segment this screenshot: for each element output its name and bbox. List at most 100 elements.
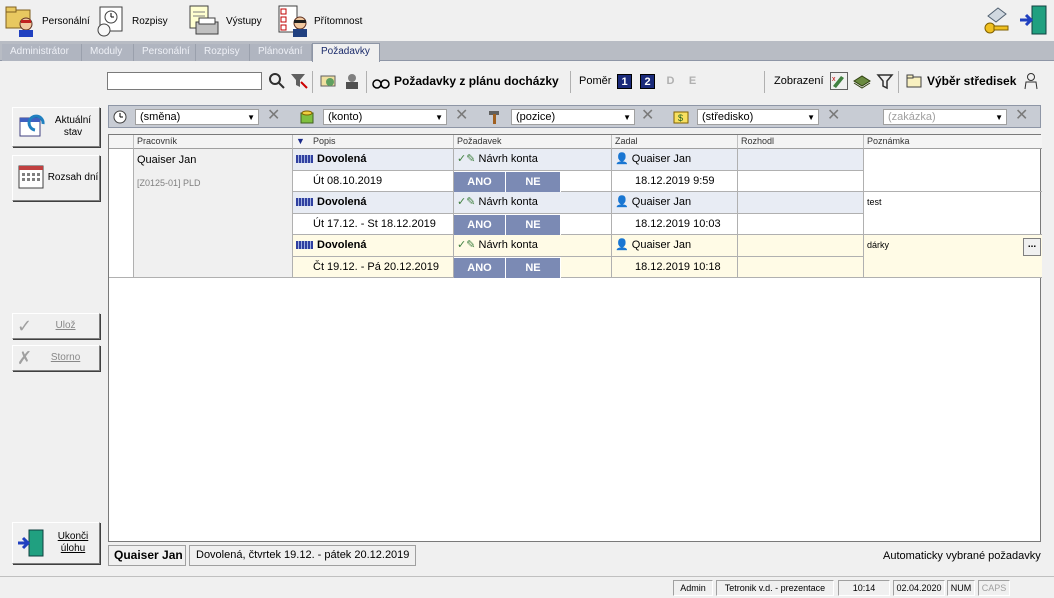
tab-planovani[interactable]: Plánování xyxy=(250,44,312,61)
status-time: 10:14 xyxy=(838,580,890,596)
request-time: 18.12.2019 10:03 xyxy=(612,214,738,235)
ratio-d-button[interactable]: D xyxy=(663,74,678,89)
zakazka-clear-icon[interactable]: ✕ xyxy=(1015,107,1028,125)
money-icon: $ xyxy=(673,109,689,125)
note-edit-button[interactable]: ... xyxy=(1023,238,1041,256)
exit-door-icon xyxy=(18,529,44,557)
tab-pozadavky[interactable]: Požadavky xyxy=(312,43,380,62)
sort-desc-icon: ▼ xyxy=(296,136,305,146)
ne-button[interactable]: NE xyxy=(506,172,561,192)
module-tabs: Administrátor Moduly Personální Rozpisy … xyxy=(0,41,1054,62)
ukonci-ulohu-label: Ukonči úlohu xyxy=(57,531,89,554)
col-rozhodl[interactable]: Rozhodl xyxy=(738,135,864,149)
vyber-stredisek-label[interactable]: Výběr středisek xyxy=(927,74,1016,88)
filter-bar: (směna) ▼ ✕ (konto) ▼ ✕ (pozice) ▼ ✕ $ (stř… xyxy=(108,105,1041,128)
vystupy-label: Výstupy xyxy=(226,15,262,27)
exit-door-icon[interactable] xyxy=(1018,4,1050,36)
selected-employee: Quaiser Jan xyxy=(108,545,186,566)
person-outline-icon[interactable] xyxy=(1022,72,1040,90)
ano-button[interactable]: ANO xyxy=(454,172,506,192)
svg-text:x: x xyxy=(832,76,836,83)
col-poznamka[interactable]: Poznámka xyxy=(864,135,1042,149)
checkmark-icon: ✓ xyxy=(17,315,33,336)
ratio-1-button[interactable]: 1 xyxy=(617,74,632,89)
folder-person-icon xyxy=(4,4,38,38)
filter-icon[interactable] xyxy=(876,72,894,90)
status-company: Tetronik v.d. - prezentace xyxy=(716,580,834,596)
hatch-icon xyxy=(296,198,313,207)
tab-administrator[interactable]: Administrátor xyxy=(2,44,82,61)
key-icon[interactable] xyxy=(982,6,1012,36)
note-cell[interactable]: test xyxy=(864,192,1042,235)
requested-by: 👤 Quaiser Jan xyxy=(612,235,738,257)
ratio-e-button[interactable]: E xyxy=(685,74,700,89)
ne-button[interactable]: NE xyxy=(506,215,561,235)
request-type: Dovolená xyxy=(293,235,454,257)
book-icon[interactable] xyxy=(853,72,871,90)
cancel-x-icon: ✗ xyxy=(17,347,33,368)
konto-select[interactable]: (konto) ▼ xyxy=(323,109,447,125)
note-cell[interactable] xyxy=(864,149,1042,192)
svg-text:$: $ xyxy=(678,113,683,123)
search-input[interactable] xyxy=(107,72,262,90)
display-edit-icon[interactable]: x xyxy=(830,72,848,90)
hatch-icon xyxy=(296,155,313,164)
pozice-value: (pozice) xyxy=(516,111,556,123)
aktualni-stav-label: Aktuální stav xyxy=(54,115,92,138)
tab-rozpisy[interactable]: Rozpisy xyxy=(196,44,250,61)
ano-button[interactable]: ANO xyxy=(454,258,506,278)
ano-button[interactable]: ANO xyxy=(454,215,506,235)
chevron-down-icon: ▼ xyxy=(247,113,255,122)
person-settings-icon[interactable] xyxy=(343,72,361,90)
ne-button[interactable]: NE xyxy=(506,258,561,278)
pozice-clear-icon[interactable]: ✕ xyxy=(641,107,654,125)
storno-button[interactable]: ✗ Storno xyxy=(12,345,100,371)
konto-clear-icon[interactable]: ✕ xyxy=(455,107,468,125)
coins-icon xyxy=(299,109,315,125)
tab-moduly[interactable]: Moduly xyxy=(82,44,134,61)
col-pracovnik[interactable]: Pracovník xyxy=(134,135,293,149)
decided-by xyxy=(738,235,864,257)
personalni-button[interactable]: Personální xyxy=(4,3,90,39)
note-cell[interactable]: dárky ... xyxy=(864,235,1042,278)
pritomnost-button[interactable]: Přítomnost xyxy=(276,3,362,39)
smena-value: (směna) xyxy=(140,111,181,123)
requested-by: 👤 Quaiser Jan xyxy=(612,149,738,171)
pencil-check-icon: ✓✎ xyxy=(457,196,476,208)
ukonci-ulohu-button[interactable]: Ukonči úlohu xyxy=(12,522,100,564)
col-popis[interactable]: ▼ Popis xyxy=(293,135,454,149)
tab-personalni[interactable]: Personální xyxy=(134,44,196,61)
rozsah-dni-label: Rozsah dní xyxy=(47,172,99,183)
rozsah-dni-button[interactable]: Rozsah dní xyxy=(12,155,100,201)
selected-request-detail: Dovolená, čtvrtek 19.12. - pátek 20.12.2… xyxy=(189,545,416,566)
zakazka-select[interactable]: (zakázka) ▼ xyxy=(883,109,1007,125)
smena-clear-icon[interactable]: ✕ xyxy=(267,107,280,125)
stredisko-select[interactable]: (středisko) ▼ xyxy=(697,109,819,125)
uloz-button[interactable]: ✓ Ulož xyxy=(12,313,100,339)
status-date: 02.04.2020 xyxy=(893,580,945,596)
pozice-select[interactable]: (pozice) ▼ xyxy=(511,109,635,125)
ratio-2-button[interactable]: 2 xyxy=(640,74,655,89)
attendance-checklist-icon xyxy=(276,4,310,38)
employee-cell[interactable]: Quaiser Jan [Z0125-01] PLD xyxy=(134,149,293,278)
stredisko-clear-icon[interactable]: ✕ xyxy=(827,107,840,125)
chevron-down-icon: ▼ xyxy=(435,113,443,122)
request-kind: ✓✎ Návrh konta xyxy=(454,192,612,214)
search-icon[interactable] xyxy=(268,72,286,90)
requests-grid: Pracovník ▼ Popis Požadavek Zadal Rozhodl… xyxy=(108,134,1042,542)
status-caps: CAPS xyxy=(978,580,1010,596)
rozpisy-button[interactable]: Rozpisy xyxy=(94,3,168,39)
status-num: NUM xyxy=(947,580,975,596)
vystupy-button[interactable]: Výstupy xyxy=(184,3,262,39)
glasses-icon xyxy=(372,73,390,91)
storno-label: Storno xyxy=(50,352,81,363)
mail-group-icon[interactable] xyxy=(320,72,338,90)
request-type: Dovolená xyxy=(293,192,454,214)
smena-select[interactable]: (směna) ▼ xyxy=(135,109,259,125)
col-zadal[interactable]: Zadal xyxy=(612,135,738,149)
uloz-label: Ulož xyxy=(55,320,76,331)
pozadavky-view-label[interactable]: Požadavky z plánu docházky xyxy=(394,74,559,88)
aktualni-stav-button[interactable]: Aktuální stav xyxy=(12,107,100,147)
filter-clear-icon[interactable] xyxy=(290,72,308,90)
col-pozadavek[interactable]: Požadavek xyxy=(454,135,612,149)
